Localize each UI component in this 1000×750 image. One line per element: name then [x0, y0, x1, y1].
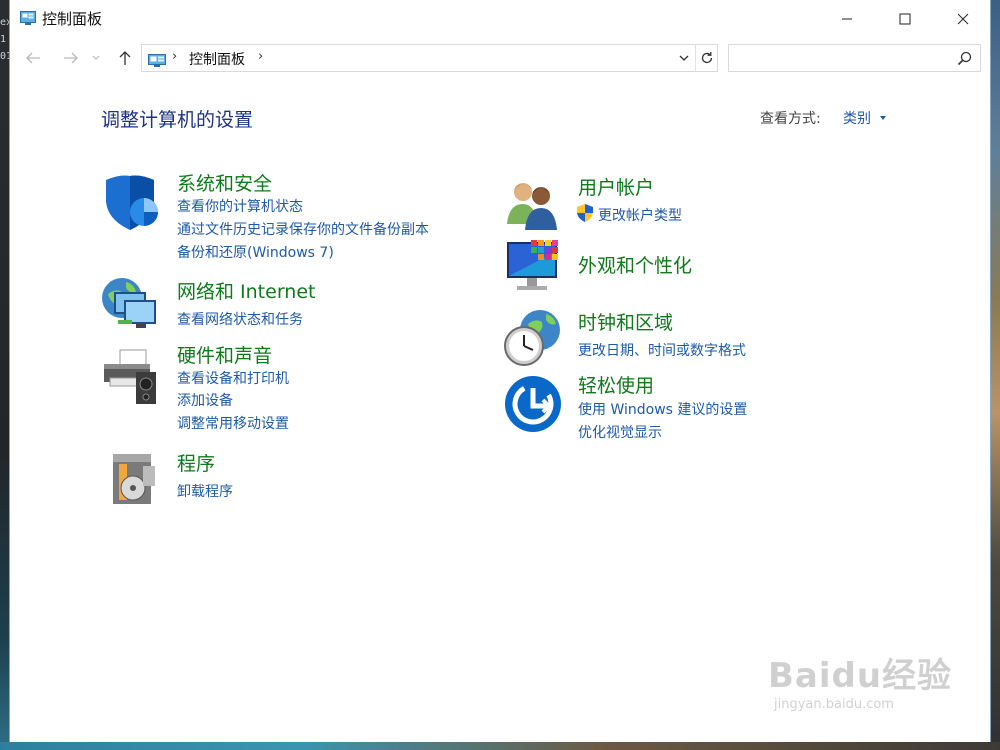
refresh-button[interactable]: [695, 45, 718, 71]
minimize-button[interactable]: [818, 0, 876, 37]
control-panel-icon: [148, 52, 166, 67]
chevron-down-icon: [679, 55, 689, 61]
category-link[interactable]: 备份和还原(Windows 7): [177, 242, 334, 262]
forward-button[interactable]: [58, 42, 84, 74]
watermark: Baidu经验 jingyan.baidu.com: [768, 648, 952, 712]
category-title[interactable]: 轻松使用: [578, 371, 654, 398]
dropdown-arrow-icon[interactable]: [880, 116, 886, 120]
background-terminal-text: ex 1 01: [0, 17, 9, 62]
window-title: 控制面板: [42, 10, 103, 28]
programs-disc-icon[interactable]: [105, 448, 165, 508]
breadcrumb-separator-icon[interactable]: ›: [172, 49, 177, 64]
users-icon[interactable]: [503, 174, 563, 234]
close-button[interactable]: [934, 0, 992, 37]
category-title[interactable]: 外观和个性化: [578, 251, 692, 278]
ease-of-access-icon[interactable]: [503, 374, 563, 434]
recent-locations-button[interactable]: [88, 42, 104, 74]
back-button[interactable]: [20, 42, 46, 74]
category-title[interactable]: 用户帐户: [578, 173, 654, 200]
category-link[interactable]: 更改日期、时间或数字格式: [578, 340, 746, 360]
category-title[interactable]: 程序: [177, 449, 215, 476]
address-bar[interactable]: › 控制面板 ›: [141, 44, 718, 72]
uac-shield-icon: [576, 203, 594, 227]
breadcrumb-separator-icon[interactable]: ›: [258, 49, 263, 64]
up-button[interactable]: [112, 42, 138, 74]
arrow-right-icon: [64, 52, 78, 64]
category-link[interactable]: 查看网络状态和任务: [177, 309, 303, 329]
network-globe-icon[interactable]: [100, 274, 160, 334]
maximize-button[interactable]: [876, 0, 934, 37]
search-input[interactable]: [728, 44, 981, 72]
category-title[interactable]: 时钟和区域: [578, 308, 673, 335]
refresh-icon: [701, 52, 713, 64]
control-panel-window: 控制面板 › 控制面板 › 调整计算机的设置 查看方式: 类别 系统和安全 查看…: [9, 0, 991, 742]
clock-globe-icon[interactable]: [502, 308, 562, 368]
category-link[interactable]: 添加设备: [177, 390, 233, 410]
address-history-button[interactable]: [674, 45, 694, 71]
arrow-left-icon: [26, 52, 40, 64]
category-link[interactable]: 卸载程序: [177, 481, 233, 501]
close-icon: [957, 13, 969, 24]
desktop-background-bottom: [0, 742, 1000, 750]
title-bar[interactable]: 控制面板: [10, 0, 990, 37]
search-icon[interactable]: [957, 51, 972, 66]
category-link[interactable]: 查看你的计算机状态: [177, 196, 303, 216]
control-panel-icon: [20, 10, 36, 25]
category-title[interactable]: 系统和安全: [177, 169, 272, 196]
maximize-icon: [899, 13, 911, 24]
shield-icon[interactable]: [100, 172, 160, 232]
view-by-label: 查看方式:: [760, 111, 821, 127]
category-link[interactable]: 查看设备和打印机: [177, 368, 289, 388]
category-title[interactable]: 硬件和声音: [177, 341, 272, 368]
chevron-down-icon: [92, 55, 100, 60]
desktop-background-left: ex 1 01: [0, 0, 9, 750]
category-title[interactable]: 网络和 Internet: [177, 277, 315, 304]
minimize-icon: [842, 18, 852, 19]
watermark-url: jingyan.baidu.com: [774, 697, 894, 712]
arrow-up-icon: [119, 51, 131, 65]
category-link[interactable]: 优化视觉显示: [578, 422, 662, 442]
category-link[interactable]: 通过文件历史记录保存你的文件备份副本: [177, 219, 429, 239]
printer-speaker-icon[interactable]: [100, 346, 160, 406]
category-link[interactable]: 调整常用移动设置: [177, 413, 289, 433]
monitor-palette-icon[interactable]: [503, 238, 563, 298]
breadcrumb-item[interactable]: 控制面板: [189, 49, 245, 69]
watermark-logo: Baidu经验: [768, 656, 953, 696]
category-link[interactable]: 使用 Windows 建议的设置: [578, 399, 747, 419]
navigation-bar: › 控制面板 ›: [10, 42, 990, 74]
desktop-background-right: [991, 0, 1000, 750]
view-by-dropdown[interactable]: 类别: [843, 108, 871, 128]
category-link[interactable]: 更改帐户类型: [598, 205, 682, 225]
page-title: 调整计算机的设置: [101, 109, 254, 131]
